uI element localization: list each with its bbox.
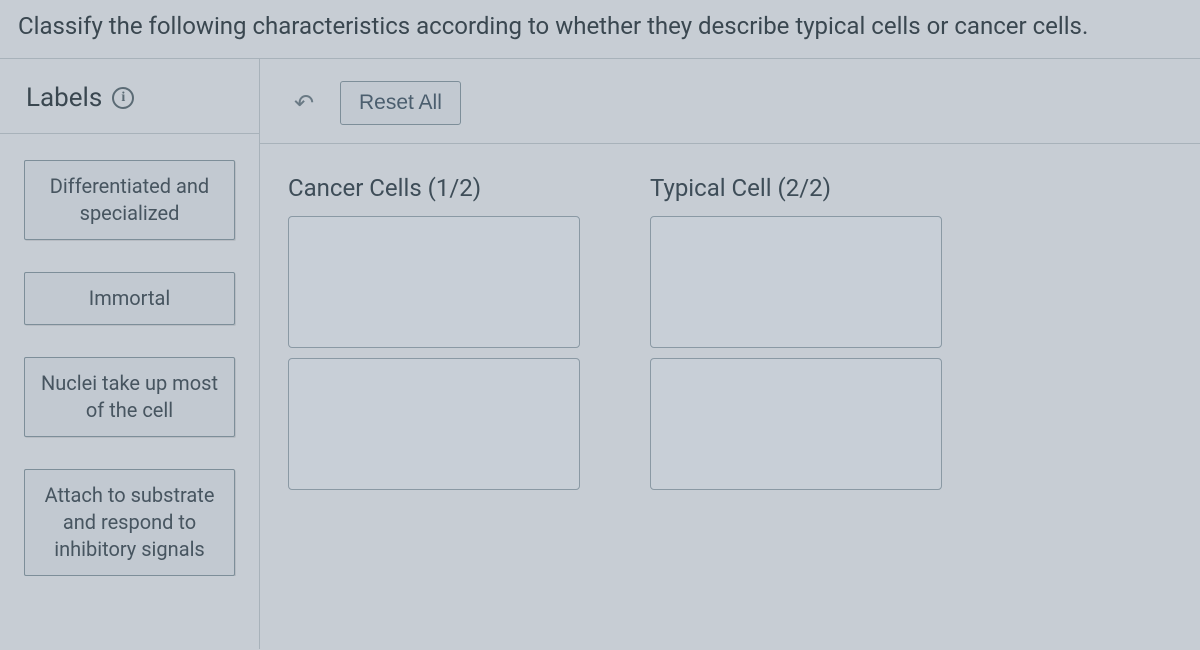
drop-slot[interactable] <box>650 358 942 490</box>
drop-slot[interactable] <box>650 216 942 348</box>
label-chip[interactable]: Nuclei take up most of the cell <box>24 357 235 437</box>
labels-list: Differentiated and specialized Immortal … <box>0 134 259 576</box>
undo-icon: ↶ <box>294 89 314 118</box>
drop-slot[interactable] <box>288 216 580 348</box>
undo-button[interactable]: ↶ <box>282 81 326 125</box>
info-icon[interactable]: i <box>112 87 134 109</box>
label-chip[interactable]: Immortal <box>24 272 235 325</box>
labels-title: Labels <box>26 83 102 113</box>
drop-toolbar: ↶ Reset All <box>260 59 1200 144</box>
drop-columns: Cancer Cells (1/2) Typical Cell (2/2) <box>260 144 1200 490</box>
labels-header: Labels i <box>0 59 259 134</box>
drop-column-cancer: Cancer Cells (1/2) <box>288 174 580 490</box>
drop-slots <box>288 216 580 490</box>
drop-slots <box>650 216 942 490</box>
drop-column-typical: Typical Cell (2/2) <box>650 174 942 490</box>
labels-panel: Labels i Differentiated and specialized … <box>0 59 260 649</box>
reset-all-button[interactable]: Reset All <box>340 81 461 125</box>
label-chip[interactable]: Differentiated and specialized <box>24 160 235 240</box>
drop-column-title: Typical Cell (2/2) <box>650 174 942 202</box>
drop-slot[interactable] <box>288 358 580 490</box>
label-chip[interactable]: Attach to substrate and respond to inhib… <box>24 469 235 576</box>
question-instruction: Classify the following characteristics a… <box>0 0 1200 59</box>
workarea: Labels i Differentiated and specialized … <box>0 59 1200 649</box>
drop-panel: ↶ Reset All Cancer Cells (1/2) Typical C… <box>260 59 1200 649</box>
drop-column-title: Cancer Cells (1/2) <box>288 174 580 202</box>
